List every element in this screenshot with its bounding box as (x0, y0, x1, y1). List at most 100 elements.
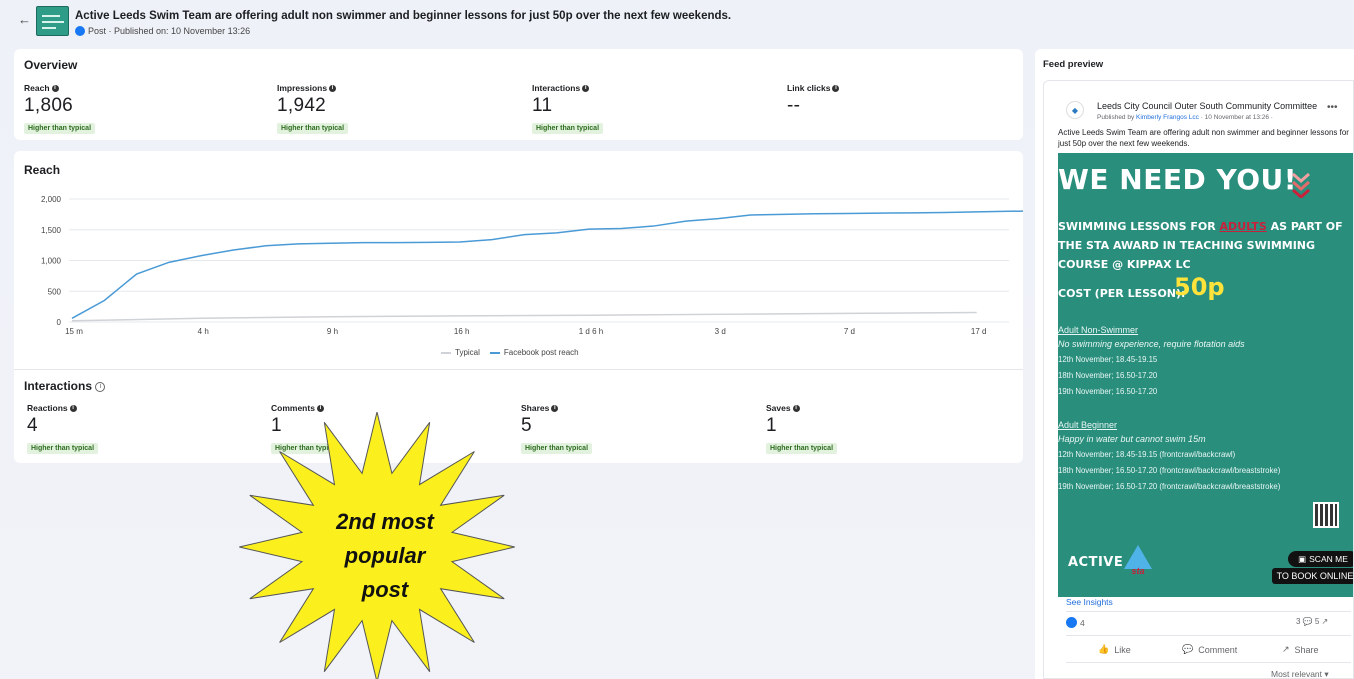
see-insights-link[interactable]: See Insights (1066, 597, 1113, 607)
metric-reach: Reach i 1,806 Higher than typical (24, 83, 96, 135)
x-tick-label: 4 h (198, 327, 209, 336)
x-tick-label: 3 d (715, 327, 726, 336)
metric-label: Impressions (277, 83, 328, 93)
book-online-label: TO BOOK ONLINE (1272, 568, 1353, 584)
callout-line: popular (344, 543, 426, 568)
metric-value: 1 (766, 415, 777, 436)
published-line: Published by Kimberly Frangos Lcc · 10 N… (1097, 114, 1273, 121)
status-badge: Higher than typical (766, 443, 838, 454)
info-icon[interactable]: i (792, 404, 800, 412)
comment-label: Comment (1198, 644, 1238, 655)
poster-sub-highlight: ADULTS (1219, 220, 1267, 233)
x-tick-label: 9 h (327, 327, 338, 336)
info-icon[interactable]: i (582, 84, 590, 92)
post-thumbnail (36, 6, 69, 36)
metric-impressions: Impressions i 1,942 Higher than typical (277, 83, 349, 135)
info-icon[interactable]: i (329, 84, 337, 92)
more-options-icon[interactable]: ••• (1327, 102, 1338, 113)
metric-label: Shares (521, 403, 550, 413)
legend-typical-label: Typical (455, 348, 480, 357)
poster-cost-label: COST (PER LESSON): (1058, 287, 1186, 300)
divider (1066, 662, 1351, 663)
sort-comments-dropdown[interactable]: Most relevant ▾ (1271, 669, 1329, 678)
share-label: Share (1294, 644, 1319, 655)
poster-section-heading: Adult Non-Swimmer (1058, 325, 1139, 335)
callout-line: post (361, 577, 409, 602)
metric-saves: Saves i 1 Higher than typical (766, 403, 838, 455)
post-image[interactable]: WE NEED YOU! SWIMMING LESSONS FOR ADULTS… (1058, 153, 1353, 597)
like-button[interactable]: 👍 Like (1098, 644, 1131, 655)
sta-logo-text: sta (1131, 566, 1144, 576)
poster-line: 18th November; 16.50-17.20 (1058, 371, 1158, 380)
feed-preview-title: Feed preview (1043, 59, 1104, 70)
poster-subheading: SWIMMING LESSONS FOR ADULTS AS PART OF T… (1058, 217, 1353, 274)
x-tick-label: 16 h (454, 327, 470, 336)
legend-typical[interactable]: Typical (441, 348, 480, 357)
poster-line: 19th November; 16.50-17.20 (frontcrawl/b… (1058, 482, 1281, 491)
poster-line: 12th November; 18.45-19.15 (frontcrawl/b… (1058, 450, 1236, 459)
metric-value: 11 (532, 95, 553, 116)
callout-line: 2nd most (336, 509, 434, 534)
metric-reactions: Reactions i 4 Higher than typical (27, 403, 99, 455)
overview-title: Overview (24, 58, 78, 72)
status-badge: Higher than typical (532, 123, 604, 134)
status-badge: Higher than typical (277, 123, 349, 134)
x-tick-label: 1 d 6 h (579, 327, 603, 336)
published-suffix: · 10 November at 13:26 · (1198, 114, 1273, 121)
info-outline-icon[interactable]: i (95, 381, 106, 392)
status-badge: Higher than typical (521, 443, 593, 454)
metric-label: Link clicks (787, 83, 831, 93)
page-name[interactable]: Leeds City Council Outer South Community… (1097, 101, 1317, 111)
facebook-post-preview: ◆ Leeds City Council Outer South Communi… (1043, 80, 1354, 679)
x-tick-label: 7 d (844, 327, 855, 336)
reaction-summary[interactable]: 4 (1066, 617, 1085, 628)
info-icon[interactable]: i (316, 404, 324, 412)
callout-text: 2nd most popular post (310, 505, 460, 607)
info-icon[interactable]: i (551, 404, 559, 412)
divider (1066, 611, 1351, 612)
metric-value: 1,942 (277, 95, 327, 116)
comment-button[interactable]: 💬 Comment (1182, 644, 1237, 655)
x-tick-label: 15 m (65, 327, 83, 336)
phone-icon: ▣ (1298, 553, 1307, 564)
page-logo-icon[interactable]: ◆ (1066, 101, 1084, 119)
metric-shares: Shares i 5 Higher than typical (521, 403, 593, 455)
metric-label: Reactions (27, 403, 68, 413)
scan-me-label: ▣ SCAN ME (1288, 551, 1353, 567)
share-button[interactable]: ↗ Share (1282, 644, 1319, 655)
metric-link-clicks: Link clicks i -- (787, 83, 840, 117)
chart-legend: Typical Facebook post reach (441, 348, 579, 357)
series-line-post-reach (71, 210, 1023, 319)
scan-me-text: SCAN ME (1309, 554, 1348, 564)
legend-post-reach[interactable]: Facebook post reach (489, 348, 579, 357)
overview-card: Overview Reach i 1,806 Higher than typica… (14, 49, 1023, 140)
metric-interactions: Interactions i 11 Higher than typical (532, 83, 604, 135)
metric-label: Interactions (532, 83, 581, 93)
metric-value: 5 (521, 415, 532, 436)
metric-value: -- (787, 95, 801, 116)
published-prefix: Published by (1097, 114, 1137, 121)
poster-section-subtitle: Happy in water but cannot swim 15m (1058, 434, 1206, 444)
post-meta: Post · Published on: 10 November 13:26 (75, 26, 250, 36)
y-tick-label: 2,000 (41, 195, 62, 204)
back-arrow-icon[interactable]: ← (18, 12, 31, 27)
interactions-title-text: Interactions (24, 379, 93, 393)
comment-icon: 💬 (1182, 644, 1194, 654)
poster-line: 19th November; 16.50-17.20 (1058, 387, 1158, 396)
info-icon[interactable]: i (51, 84, 59, 92)
poster-line: 18th November; 16.50-17.20 (frontcrawl/b… (1058, 466, 1281, 475)
metric-label: Saves (766, 403, 791, 413)
poster-cost-value: 50p (1174, 273, 1225, 301)
poster-section-subtitle: No swimming experience, require flotatio… (1058, 339, 1245, 349)
series-line-typical (71, 311, 977, 322)
info-icon[interactable]: i (832, 84, 840, 92)
status-badge: Higher than typical (27, 443, 99, 454)
post-body-text: Active Leeds Swim Team are offering adul… (1058, 128, 1349, 148)
comment-share-counts[interactable]: 3 💬 5 ↗ (1296, 617, 1328, 626)
info-icon[interactable]: i (69, 404, 77, 412)
y-tick-label: 1,500 (41, 226, 62, 235)
poster-line: 12th November; 18.45-19.15 (1058, 355, 1158, 364)
chevron-down-icon (1292, 172, 1310, 198)
post-header: ← Active Leeds Swim Team are offering ad… (0, 0, 1354, 44)
publisher-link[interactable]: Kimberly Frangos Lcc (1136, 114, 1199, 121)
